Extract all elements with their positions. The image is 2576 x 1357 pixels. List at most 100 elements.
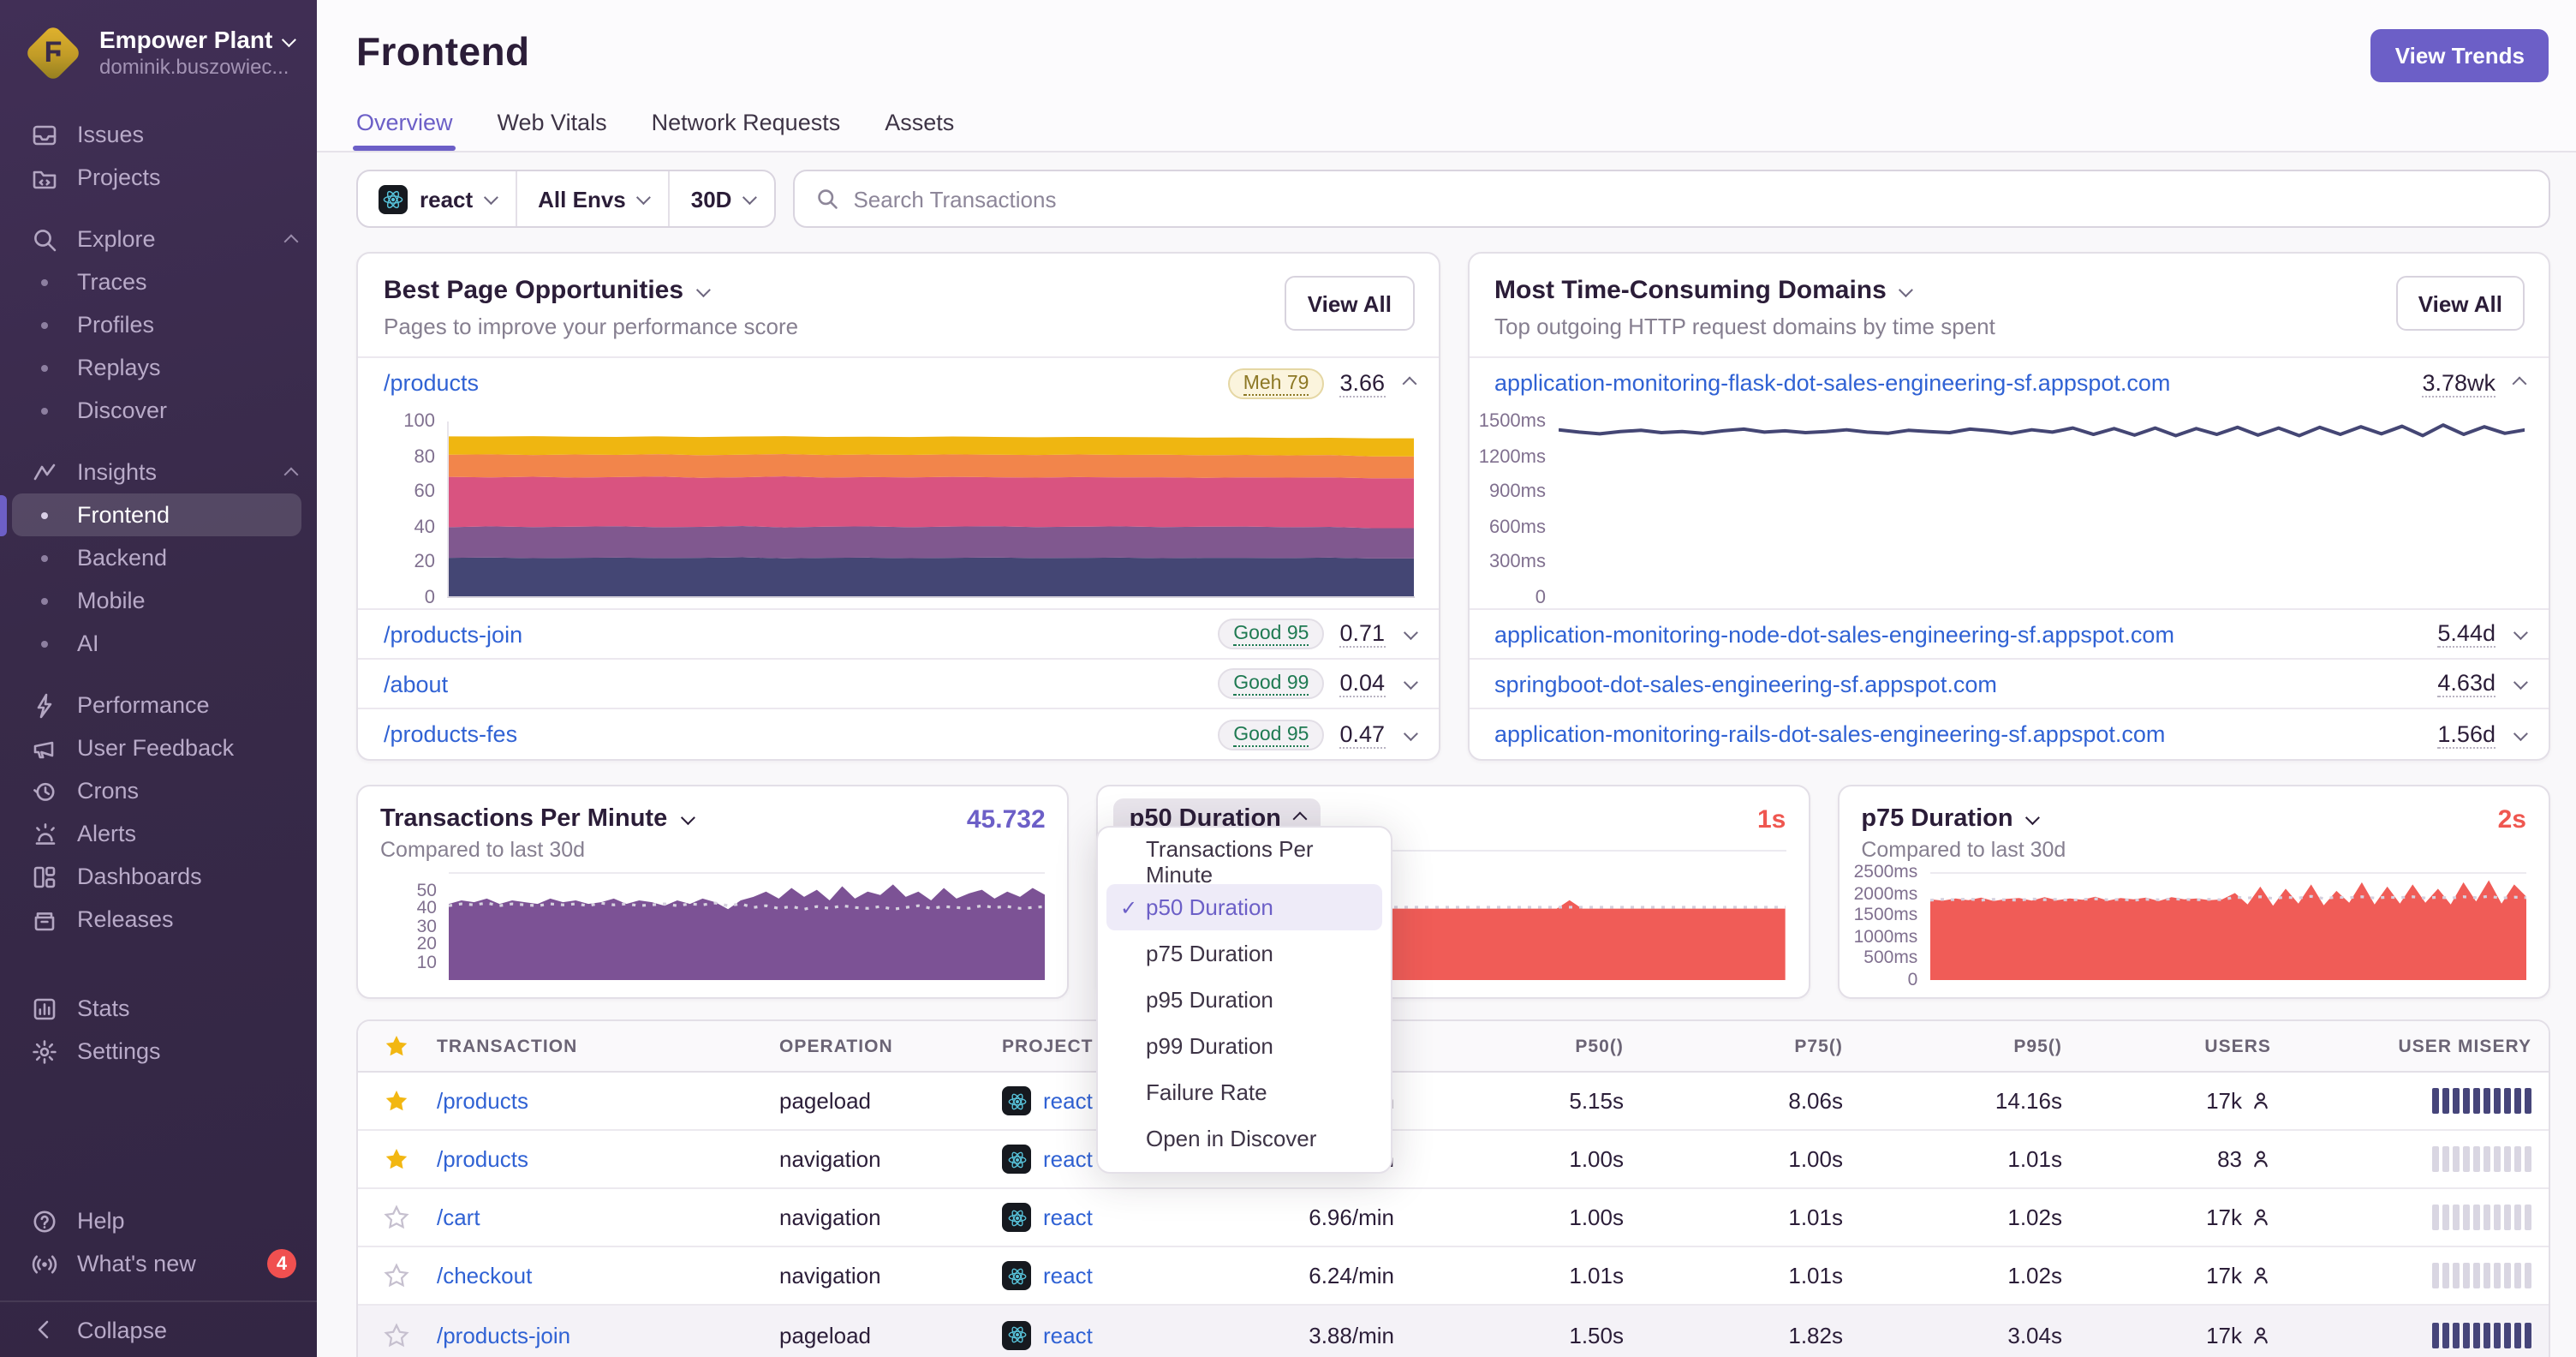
chevron-down-icon[interactable] xyxy=(2513,675,2528,690)
chevron-down-icon[interactable] xyxy=(1402,625,1417,641)
chevron-down-icon[interactable] xyxy=(2513,625,2528,641)
domains-title[interactable]: Most Time-Consuming Domains xyxy=(1494,276,1995,305)
col-p75[interactable]: P75() xyxy=(1637,1036,1857,1056)
row-link[interactable]: /products-fes xyxy=(384,721,517,747)
metric-menu-item[interactable]: Failure Rate xyxy=(1098,1069,1391,1115)
metric-menu-item[interactable]: Transactions Per Minute xyxy=(1098,835,1391,887)
chevron-up-icon[interactable] xyxy=(1401,375,1416,391)
project-link[interactable]: react xyxy=(1043,1205,1093,1230)
table-row[interactable]: /products-join pageload react 3.88/min 1… xyxy=(358,1306,2549,1357)
sidebar-item-what-s-new[interactable]: What's new 4 xyxy=(0,1242,317,1285)
chevron-down-icon[interactable] xyxy=(2513,726,2528,741)
list-row[interactable]: /about Good 99 0.04 xyxy=(358,660,1438,709)
metric-menu-item[interactable]: p75 Duration xyxy=(1098,930,1391,977)
star-icon[interactable] xyxy=(384,1088,409,1114)
sidebar-item-insights[interactable]: Insights xyxy=(0,451,317,493)
project-link[interactable]: react xyxy=(1043,1322,1093,1348)
best-pages-view-all-button[interactable]: View All xyxy=(1285,276,1414,331)
project-filter[interactable]: react xyxy=(358,171,516,226)
row-link[interactable]: application-monitoring-rails-dot-sales-e… xyxy=(1494,721,2165,747)
chevron-up-icon[interactable] xyxy=(2512,375,2527,391)
row-link[interactable]: /about xyxy=(384,671,448,696)
sidebar-item-projects[interactable]: Projects xyxy=(0,156,317,199)
best-page-opportunities-card: Best Page Opportunities Pages to improve… xyxy=(356,252,1440,761)
tab-overview[interactable]: Overview xyxy=(352,110,457,151)
col-user-misery[interactable]: User Misery xyxy=(2285,1036,2545,1056)
date-range-filter[interactable]: 30D xyxy=(668,171,775,226)
list-row[interactable]: application-monitoring-node-dot-sales-en… xyxy=(1469,610,2549,660)
view-trends-button[interactable]: View Trends xyxy=(2370,29,2549,82)
transaction-link[interactable]: /checkout xyxy=(437,1263,532,1288)
domain-row-expanded[interactable]: application-monitoring-flask-dot-sales-e… xyxy=(1469,358,2549,408)
sidebar-item-settings[interactable]: Settings xyxy=(0,1030,317,1073)
list-row[interactable]: springboot-dot-sales-engineering-sf.apps… xyxy=(1469,660,2549,709)
metric-menu-item[interactable]: Open in Discover xyxy=(1098,1115,1391,1162)
project-link[interactable]: react xyxy=(1043,1088,1093,1114)
table-row[interactable]: /checkout navigation react 6.24/min 1.01… xyxy=(358,1247,2549,1306)
star-icon[interactable] xyxy=(384,1146,409,1172)
search-input[interactable] xyxy=(853,186,2528,212)
row-link[interactable]: springboot-dot-sales-engineering-sf.apps… xyxy=(1494,671,1997,696)
search-transactions[interactable] xyxy=(793,170,2550,228)
tab-assets[interactable]: Assets xyxy=(885,110,954,151)
row-link[interactable]: application-monitoring-node-dot-sales-en… xyxy=(1494,621,2174,647)
list-row[interactable]: /products-join Good 95 0.71 xyxy=(358,610,1438,660)
org-switcher[interactable]: Ϝ Empower Plant dominik.buszowiec... xyxy=(0,0,317,99)
transaction-link[interactable]: /products-join xyxy=(437,1322,570,1348)
table-row[interactable]: /cart navigation react 6.96/min 1.00s 1.… xyxy=(358,1189,2549,1247)
sidebar-item-traces[interactable]: Traces xyxy=(0,260,317,303)
sidebar-item-frontend[interactable]: Frontend xyxy=(0,493,301,536)
domain-link[interactable]: application-monitoring-flask-dot-sales-e… xyxy=(1494,370,2170,396)
sidebar-item-explore[interactable]: Explore xyxy=(0,218,317,260)
col-p50[interactable]: P50() xyxy=(1408,1036,1637,1056)
sidebar-item-dashboards[interactable]: Dashboards xyxy=(0,855,317,898)
project-link[interactable]: react xyxy=(1043,1263,1093,1288)
sidebar-item-backend[interactable]: Backend xyxy=(0,536,317,579)
domains-view-all-button[interactable]: View All xyxy=(2395,276,2525,331)
chevron-down-icon[interactable] xyxy=(1402,726,1417,741)
project-link[interactable]: react xyxy=(1043,1146,1093,1172)
sidebar-item-collapse[interactable]: Collapse xyxy=(0,1300,317,1343)
page-row-expanded[interactable]: /products Meh 79 3.66 xyxy=(358,358,1438,408)
sidebar-item-performance[interactable]: Performance xyxy=(0,684,317,726)
sidebar-item-profiles[interactable]: Profiles xyxy=(0,303,317,346)
sidebar-item-stats[interactable]: Stats xyxy=(0,987,317,1030)
row-link[interactable]: /products-join xyxy=(384,621,522,647)
star-icon[interactable] xyxy=(384,1263,409,1288)
table-row[interactable]: /products pageload react /min 5.15s 8.06… xyxy=(358,1073,2549,1131)
metric-menu-item[interactable]: p95 Duration xyxy=(1098,977,1391,1023)
metric-menu-item[interactable]: p99 Duration xyxy=(1098,1023,1391,1069)
p75-metric-selector[interactable]: p75 Duration xyxy=(1861,805,2066,833)
transaction-link[interactable]: /products xyxy=(437,1146,528,1172)
sidebar-item-crons[interactable]: Crons xyxy=(0,769,317,812)
environment-filter[interactable]: All Envs xyxy=(516,171,669,226)
sidebar-item-user-feedback[interactable]: User Feedback xyxy=(0,726,317,769)
sidebar-item-ai[interactable]: AI xyxy=(0,622,317,665)
metric-menu-item[interactable]: ✓ p50 Duration xyxy=(1106,884,1382,930)
best-pages-title[interactable]: Best Page Opportunities xyxy=(384,276,798,305)
col-users[interactable]: Users xyxy=(2076,1036,2285,1056)
list-row[interactable]: application-monitoring-rails-dot-sales-e… xyxy=(1469,709,2549,759)
tpm-metric-selector[interactable]: Transactions Per Minute xyxy=(380,805,695,833)
chevron-down-icon[interactable] xyxy=(1402,675,1417,690)
sidebar-item-help[interactable]: Help xyxy=(0,1199,317,1242)
sidebar-item-mobile[interactable]: Mobile xyxy=(0,579,317,622)
list-row[interactable]: /products-fes Good 95 0.47 xyxy=(358,709,1438,759)
sidebar-item-replays[interactable]: Replays xyxy=(0,346,317,389)
sidebar-item-releases[interactable]: Releases xyxy=(0,898,317,941)
star-icon[interactable] xyxy=(384,1322,409,1348)
transaction-link[interactable]: /products xyxy=(437,1088,528,1114)
transaction-link[interactable]: /products xyxy=(384,370,479,396)
star-icon[interactable] xyxy=(384,1205,409,1230)
col-operation[interactable]: Operation xyxy=(766,1036,988,1056)
transaction-link[interactable]: /cart xyxy=(437,1205,480,1230)
sidebar-item-issues[interactable]: Issues xyxy=(0,113,317,156)
table-row[interactable]: /products navigation react /min 1.00s 1.… xyxy=(358,1131,2549,1189)
sidebar-item-alerts[interactable]: Alerts xyxy=(0,812,317,855)
col-transaction[interactable]: Transaction xyxy=(423,1036,766,1056)
sidebar-item-discover[interactable]: Discover xyxy=(0,389,317,432)
col-p95[interactable]: P95() xyxy=(1857,1036,2076,1056)
tab-web-vitals[interactable]: Web Vitals xyxy=(498,110,607,151)
star-icon[interactable] xyxy=(384,1033,409,1059)
tab-network-requests[interactable]: Network Requests xyxy=(652,110,841,151)
